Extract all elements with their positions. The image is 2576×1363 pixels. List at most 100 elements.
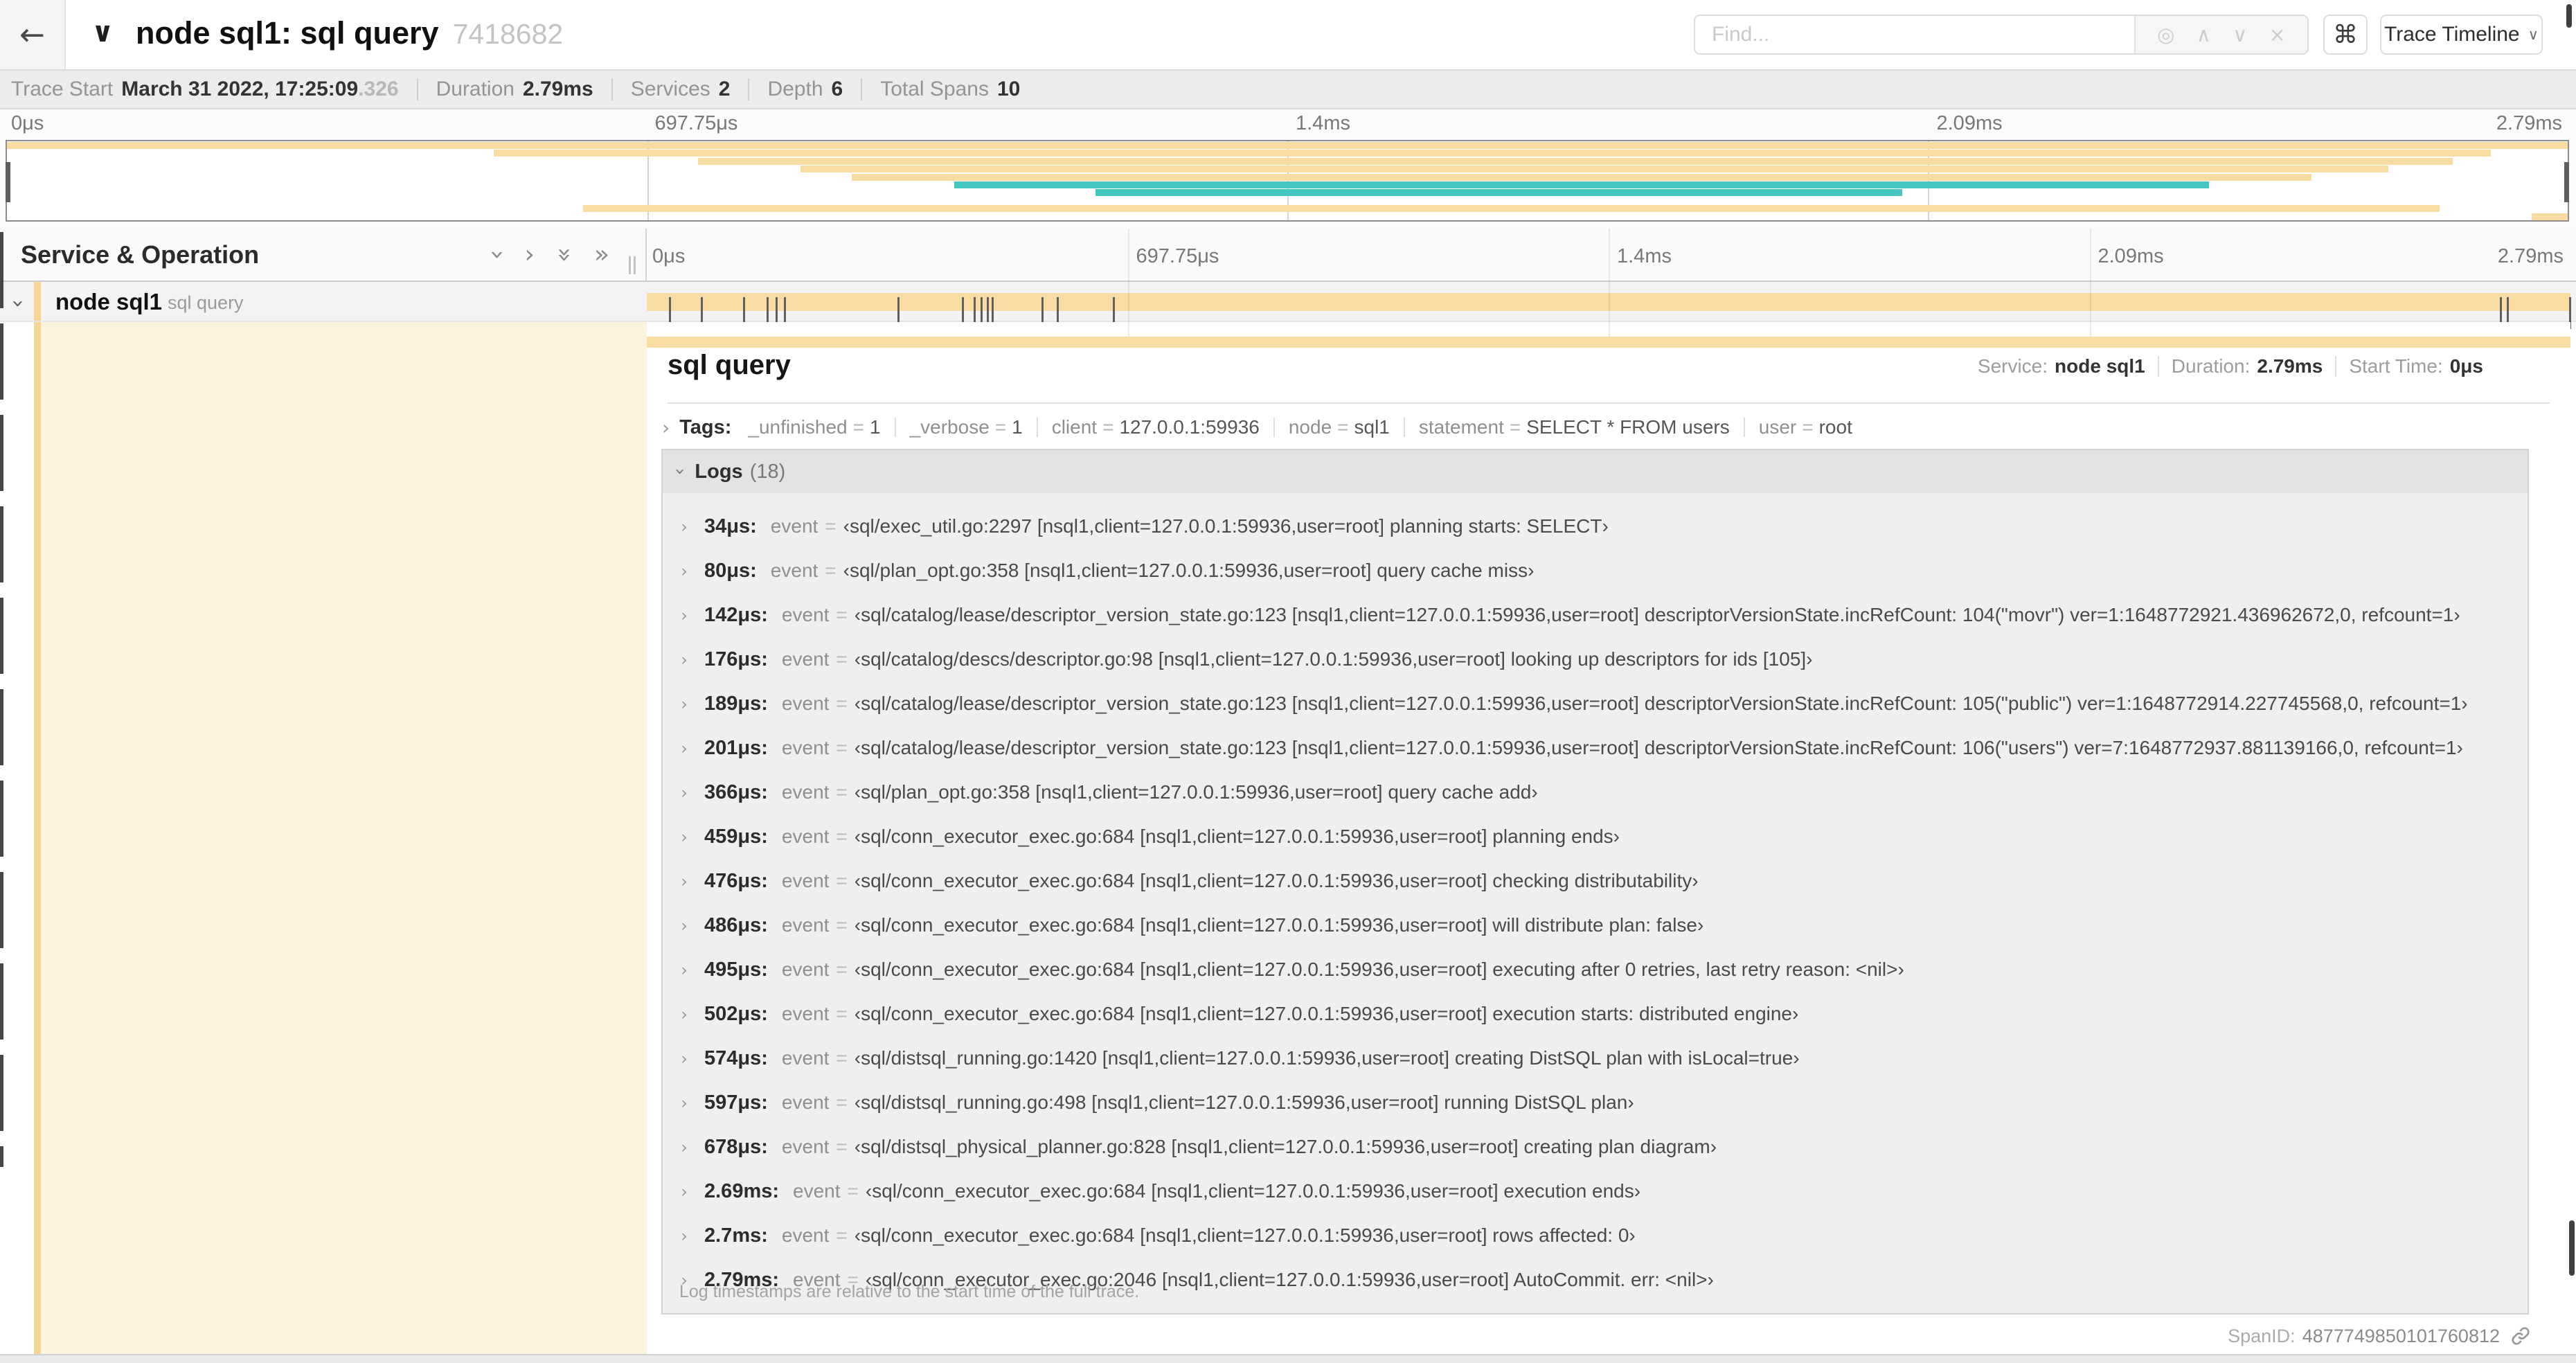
- clear-search-icon[interactable]: ×: [2269, 23, 2285, 46]
- minimap-right-drag-handle[interactable]: [2564, 162, 2569, 202]
- log-row[interactable]: › 486μs: event = ‹sql/conn_executor_exec.go:…: [663, 903, 2528, 947]
- log-value: ‹sql/conn_executor_exec.go:684 [nsql1,cl…: [854, 1003, 1799, 1024]
- tag-equals: =: [852, 416, 864, 438]
- meta-label: Duration:: [2171, 355, 2251, 377]
- view-selector-button[interactable]: Trace Timeline ∨: [2380, 15, 2543, 55]
- log-row[interactable]: › 366μs: event = ‹sql/plan_opt.go:358 [nsql1…: [663, 770, 2528, 814]
- log-row[interactable]: › 502μs: event = ‹sql/conn_executor_exec.go:…: [663, 992, 2528, 1036]
- expand-one-icon[interactable]: ›: [525, 242, 535, 267]
- minimap-span-bar: [800, 166, 2389, 173]
- trace-info-item: Services 2: [631, 78, 731, 101]
- tag-item[interactable]: client = 127.0.0.1:59936: [1052, 416, 1260, 438]
- tag-item[interactable]: node = sql1: [1289, 416, 1390, 438]
- log-expand-chevron-icon[interactable]: ›: [681, 561, 704, 581]
- log-expand-chevron-icon[interactable]: ›: [681, 650, 704, 670]
- log-timestamp: 486μs:: [704, 914, 768, 936]
- log-expand-chevron-icon[interactable]: ›: [681, 916, 704, 936]
- tags-label: Tags:: [679, 416, 732, 438]
- log-row[interactable]: › 597μs: event = ‹sql/distsql_running.go:498…: [663, 1080, 2528, 1125]
- span-service-name[interactable]: node sql1: [55, 289, 162, 315]
- info-label: Depth: [767, 78, 823, 100]
- meta-separator: [2335, 356, 2337, 377]
- back-button[interactable]: ←: [0, 0, 66, 69]
- prev-result-icon[interactable]: ∧: [2197, 23, 2211, 46]
- find-input[interactable]: [1695, 16, 2134, 53]
- minimap-canvas[interactable]: [6, 140, 2569, 222]
- log-field-name: event: [781, 870, 830, 891]
- log-expand-chevron-icon[interactable]: ›: [681, 694, 704, 714]
- tag-item[interactable]: statement = SELECT * FROM users: [1419, 416, 1730, 438]
- locate-icon[interactable]: ◎: [2157, 23, 2174, 46]
- log-expand-chevron-icon[interactable]: ›: [681, 960, 704, 980]
- log-row[interactable]: › 201μs: event = ‹sql/catalog/lease/descript…: [663, 726, 2528, 770]
- log-row[interactable]: › 34μs: event = ‹sql/exec_util.go:2297 [nsql…: [663, 504, 2528, 549]
- log-row[interactable]: › 142μs: event = ‹sql/catalog/lease/descript…: [663, 593, 2528, 637]
- log-field-name: event: [781, 1003, 830, 1024]
- log-row[interactable]: › 189μs: event = ‹sql/catalog/lease/descript…: [663, 682, 2528, 726]
- tags-expand-chevron-icon[interactable]: ›: [662, 416, 670, 439]
- log-expand-chevron-icon[interactable]: ›: [681, 827, 704, 847]
- tag-separator: [894, 418, 896, 437]
- span-duration-bar[interactable]: [647, 293, 2571, 329]
- log-value: ‹sql/catalog/lease/descriptor_version_st…: [854, 693, 2468, 714]
- tag-item[interactable]: user = root: [1759, 416, 1852, 438]
- deep-link-icon[interactable]: [2510, 1325, 2532, 1347]
- log-expand-chevron-icon[interactable]: ›: [681, 1093, 704, 1113]
- info-value: March 31 2022, 17:25:09: [121, 78, 359, 100]
- column-resizer-grip[interactable]: [629, 256, 636, 274]
- log-row[interactable]: › 495μs: event = ‹sql/conn_executor_exec.go:…: [663, 947, 2528, 992]
- span-collapse-chevron-icon[interactable]: ›: [6, 300, 30, 308]
- log-expand-chevron-icon[interactable]: ›: [681, 783, 704, 803]
- log-equals: =: [836, 648, 848, 670]
- next-result-icon[interactable]: ∨: [2233, 23, 2247, 46]
- log-row[interactable]: › 678μs: event = ‹sql/distsql_physical_plann…: [663, 1125, 2528, 1169]
- log-expand-chevron-icon[interactable]: ›: [681, 517, 704, 537]
- log-expand-chevron-icon[interactable]: ›: [681, 1182, 704, 1202]
- log-row[interactable]: › 80μs: event = ‹sql/plan_opt.go:358 [nsql1,…: [663, 549, 2528, 593]
- collapse-one-icon[interactable]: ›: [483, 249, 512, 259]
- collapse-all-icon[interactable]: »: [551, 247, 579, 262]
- minimap-span-bar: [2532, 213, 2568, 220]
- logs-title: Logs: [695, 460, 743, 483]
- span-id-label: SpanID:: [2228, 1325, 2296, 1346]
- log-row[interactable]: › 574μs: event = ‹sql/distsql_running.go:142…: [663, 1036, 2528, 1080]
- tag-item[interactable]: _unfinished = 1: [748, 416, 880, 438]
- tag-value: 127.0.0.1:59936: [1119, 416, 1260, 438]
- log-expand-chevron-icon[interactable]: ›: [681, 738, 704, 758]
- logs-collapse-chevron-icon[interactable]: ›: [670, 468, 690, 475]
- left-scroll-indicator: [0, 232, 3, 1167]
- keyboard-shortcuts-button[interactable]: ⌘: [2323, 15, 2368, 55]
- log-timestamp: 2.7ms:: [704, 1224, 768, 1247]
- logs-header[interactable]: › Logs (18): [663, 450, 2528, 493]
- back-arrow-icon: ←: [19, 17, 45, 53]
- span-operation-name[interactable]: sql query: [168, 292, 244, 314]
- expand-all-icon[interactable]: »: [594, 242, 609, 267]
- span-row[interactable]: › node sql1 sql query: [0, 282, 2576, 329]
- log-value: ‹sql/distsql_physical_planner.go:828 [ns…: [854, 1136, 1717, 1157]
- info-value-suffix: .326: [358, 78, 399, 100]
- tag-separator: [1403, 418, 1405, 437]
- log-equals: =: [836, 1003, 848, 1024]
- log-expand-chevron-icon[interactable]: ›: [681, 1137, 704, 1157]
- log-row[interactable]: › 476μs: event = ‹sql/conn_executor_exec.go:…: [663, 859, 2528, 903]
- log-value: ‹sql/conn_executor_exec.go:684 [nsql1,cl…: [854, 826, 1620, 847]
- scrollbar-thumb-bottom[interactable]: [2569, 1220, 2575, 1276]
- log-row[interactable]: › 459μs: event = ‹sql/conn_executor_exec.go:…: [663, 814, 2528, 859]
- log-expand-chevron-icon[interactable]: ›: [681, 871, 704, 891]
- log-expand-chevron-icon[interactable]: ›: [681, 1226, 704, 1246]
- log-expand-chevron-icon[interactable]: ›: [681, 1049, 704, 1069]
- info-separator: [861, 78, 863, 100]
- log-field-name: event: [781, 1136, 830, 1157]
- tag-item[interactable]: _verbose = 1: [910, 416, 1023, 438]
- log-expand-chevron-icon[interactable]: ›: [681, 1004, 704, 1024]
- log-row[interactable]: › 2.7ms: event = ‹sql/conn_executor_exec.go:…: [663, 1213, 2528, 1258]
- trace-collapse-chevron-icon[interactable]: ∨: [91, 17, 114, 48]
- minimap-left-drag-handle[interactable]: [6, 162, 10, 202]
- scrollbar-thumb-top[interactable]: [2566, 4, 2572, 28]
- log-expand-chevron-icon[interactable]: ›: [681, 605, 704, 625]
- log-row[interactable]: › 176μs: event = ‹sql/catalog/descs/descript…: [663, 637, 2528, 682]
- minimap-span-bar: [1095, 189, 1902, 197]
- log-row[interactable]: › 2.69ms: event = ‹sql/conn_executor_exec.go…: [663, 1169, 2528, 1213]
- tags-row[interactable]: › Tags: _unfinished = 1 _verbose = 1 client = 12…: [662, 411, 1852, 444]
- selected-span-highlight: [41, 322, 647, 1354]
